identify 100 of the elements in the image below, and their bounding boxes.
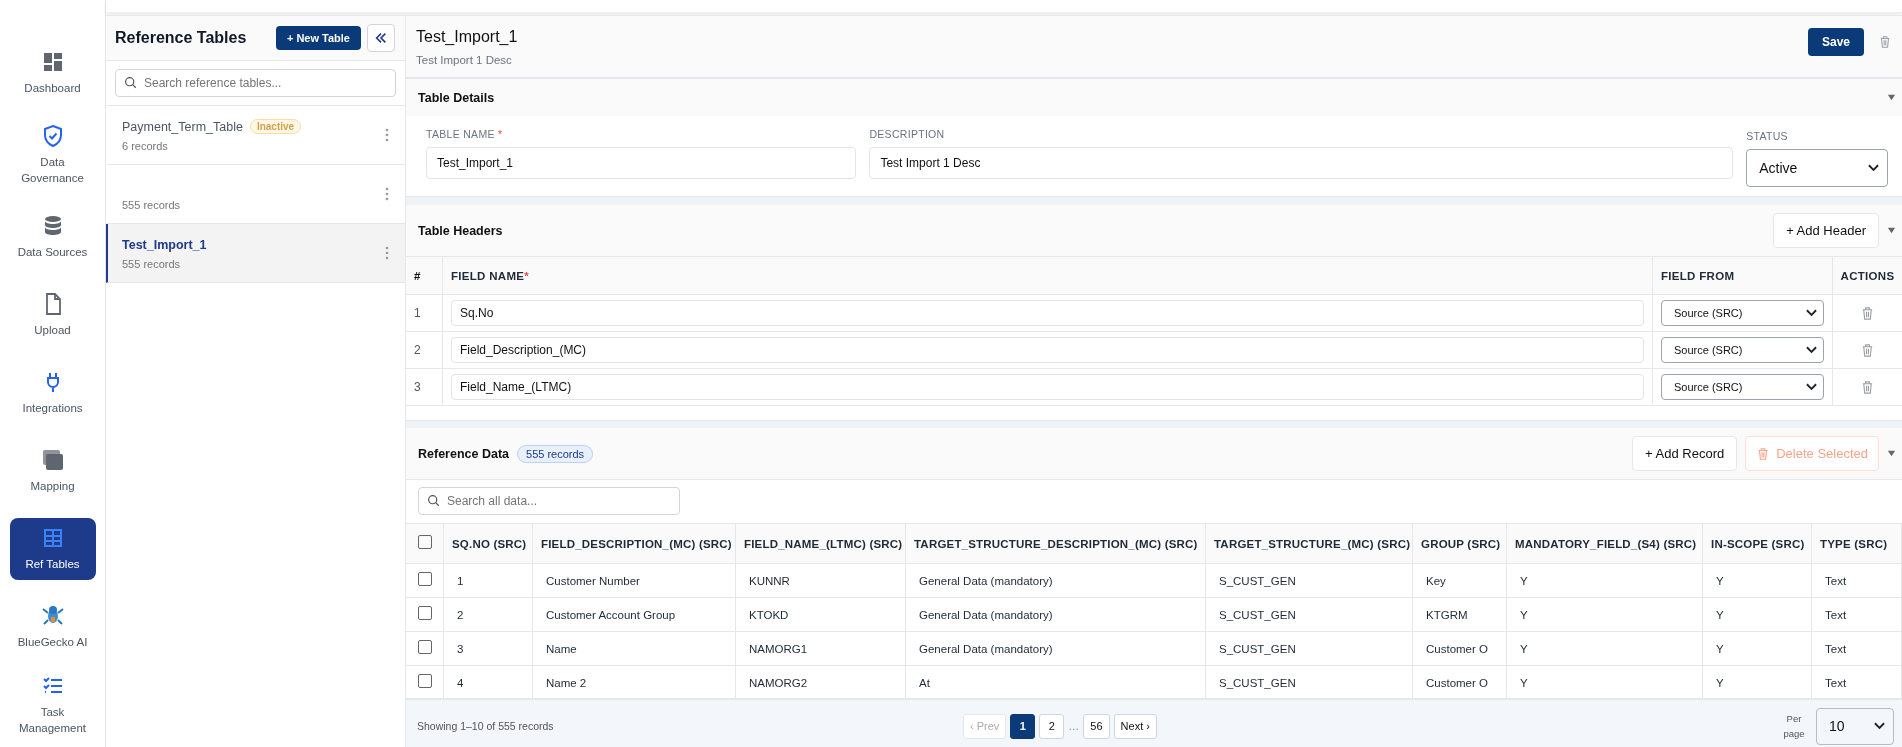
record-count: 555 records bbox=[122, 198, 182, 211]
table-cell: Customer O bbox=[1426, 676, 1488, 689]
table-cell: Y bbox=[1520, 574, 1528, 587]
table-cell: 3 bbox=[457, 642, 464, 655]
table-cell: General Data (mandatory) bbox=[919, 642, 1053, 655]
table-list-item[interactable]: Test_Import_1 555 records bbox=[106, 224, 405, 283]
column-header: TARGET_STRUCTURE_(MC) (SRC) bbox=[1206, 524, 1413, 563]
table-cell: Y bbox=[1716, 676, 1724, 689]
table-name-field[interactable]: Test_Import_1 bbox=[426, 147, 857, 179]
nav-item[interactable]: BlueGecko AI bbox=[9, 588, 96, 666]
section-title: Reference Data bbox=[418, 446, 509, 461]
page-button[interactable]: 1 bbox=[1010, 713, 1036, 739]
double-chevron-icon bbox=[374, 31, 388, 45]
search-field[interactable]: Search reference tables... bbox=[115, 69, 396, 97]
table-cell: At bbox=[919, 676, 930, 689]
table-cell: NAMORG1 bbox=[749, 642, 808, 655]
description-field[interactable]: Test Import 1 Desc bbox=[869, 147, 1734, 179]
table-cell: S_CUST_GEN bbox=[1219, 608, 1296, 621]
chevron-down-icon bbox=[1868, 164, 1879, 172]
table-cell: Customer O bbox=[1426, 642, 1488, 655]
row-checkbox[interactable] bbox=[418, 572, 432, 586]
column-header: GROUP (SRC) bbox=[1413, 524, 1507, 563]
table-cell: General Data (mandatory) bbox=[919, 608, 1053, 621]
collapse-caret-icon[interactable] bbox=[1887, 93, 1896, 102]
table-cell: General Data (mandatory) bbox=[919, 574, 1053, 587]
table-list-item[interactable]: Payment_Term_Table Inactive 6 records bbox=[106, 106, 405, 165]
select-all-checkbox[interactable] bbox=[418, 535, 432, 549]
records-summary: Showing 1–10 of 555 records bbox=[417, 720, 555, 732]
nav-item[interactable]: Data Sources bbox=[9, 198, 96, 276]
page-button[interactable]: 56 bbox=[1083, 713, 1110, 739]
nav-item[interactable]: Integrations bbox=[9, 354, 96, 432]
nav-item[interactable]: Task Management bbox=[9, 666, 96, 744]
field-from-select[interactable]: Source (SRC) bbox=[1661, 300, 1824, 326]
field-label: TABLE NAME * bbox=[426, 128, 504, 140]
new-table-button[interactable]: + New Table bbox=[275, 26, 361, 50]
more-icon[interactable] bbox=[385, 246, 389, 260]
field-name-input[interactable]: Field_Name_(LTMC) bbox=[451, 374, 1644, 400]
field-label: DESCRIPTION bbox=[869, 128, 946, 140]
field-from-select[interactable]: Source (SRC) bbox=[1661, 337, 1824, 363]
table-cell: Y bbox=[1716, 608, 1724, 621]
column-header: ACTIONS bbox=[1839, 268, 1896, 284]
search-icon bbox=[427, 494, 440, 507]
table-cell: Text bbox=[1825, 608, 1847, 621]
row-checkbox[interactable] bbox=[418, 606, 432, 620]
field-name-input[interactable]: Field_Description_(MC) bbox=[451, 337, 1644, 363]
search-icon bbox=[124, 76, 137, 89]
more-icon[interactable] bbox=[385, 128, 389, 142]
table-cell: Y bbox=[1520, 676, 1528, 689]
delete-icon[interactable] bbox=[1860, 305, 1875, 321]
field-from-select[interactable]: Source (SRC) bbox=[1661, 374, 1824, 400]
record-count: 6 records bbox=[122, 139, 169, 152]
table-cell: Text bbox=[1825, 642, 1847, 655]
table-cell: Key bbox=[1426, 574, 1446, 587]
delete-icon[interactable] bbox=[1860, 379, 1875, 395]
nav-item[interactable]: Data Governance bbox=[9, 112, 96, 198]
page-button[interactable]: 2 bbox=[1039, 713, 1065, 739]
table-description: Test Import 1 Desc bbox=[416, 53, 513, 66]
chevron-down-icon bbox=[1806, 346, 1817, 354]
nav-item[interactable]: Upload bbox=[9, 276, 96, 354]
add-record-button[interactable]: + Add Record bbox=[1632, 436, 1738, 471]
table-cell: Name 2 bbox=[546, 676, 587, 689]
collapse-caret-icon[interactable] bbox=[1887, 449, 1896, 458]
column-header: TYPE (SRC) bbox=[1812, 524, 1902, 563]
status-badge: Inactive bbox=[249, 119, 302, 134]
nav-item[interactable]: Mapping bbox=[9, 432, 96, 510]
nav-item[interactable]: Dashboard bbox=[9, 34, 96, 112]
column-header: IN-SCOPE (SRC) bbox=[1703, 524, 1812, 563]
next-page-button[interactable]: Next › bbox=[1113, 713, 1157, 739]
table-title: Test_Import_1 bbox=[416, 27, 518, 46]
table-cell: S_CUST_GEN bbox=[1219, 642, 1296, 655]
add-header-button[interactable]: + Add Header bbox=[1773, 213, 1879, 248]
table-cell: S_CUST_GEN bbox=[1219, 574, 1296, 587]
table-cell: S_CUST_GEN bbox=[1219, 676, 1296, 689]
field-label: STATUS bbox=[1746, 130, 1789, 142]
chevron-down-icon bbox=[1806, 383, 1817, 391]
more-icon[interactable] bbox=[385, 187, 389, 201]
table-cell: 1 bbox=[457, 574, 464, 587]
layers-icon bbox=[40, 448, 65, 472]
row-number: 1 bbox=[414, 306, 421, 320]
collapse-button[interactable] bbox=[367, 24, 395, 52]
delete-icon[interactable] bbox=[1860, 342, 1875, 358]
row-checkbox[interactable] bbox=[418, 640, 432, 654]
chevron-down-icon bbox=[1874, 722, 1885, 730]
table-cell: Y bbox=[1520, 642, 1528, 655]
per-page-select[interactable]: 10 bbox=[1816, 707, 1894, 745]
table-cell: Name bbox=[546, 642, 577, 655]
chevron-down-icon bbox=[1806, 309, 1817, 317]
field-name-input[interactable]: Sq.No bbox=[451, 300, 1644, 326]
table-cell: KTOKD bbox=[749, 608, 789, 621]
table-cell: Customer Account Group bbox=[546, 608, 676, 621]
status-select[interactable]: Active bbox=[1746, 149, 1888, 187]
column-header: TARGET_STRUCTURE_DESCRIPTION_(MC) (SRC) bbox=[906, 524, 1206, 563]
table-cell: Y bbox=[1520, 608, 1528, 621]
collapse-caret-icon[interactable] bbox=[1887, 226, 1896, 235]
search-field[interactable]: Search all data... bbox=[418, 487, 680, 515]
save-button[interactable]: Save bbox=[1807, 27, 1864, 56]
row-checkbox[interactable] bbox=[418, 674, 432, 688]
nav-item[interactable]: Ref Tables bbox=[9, 518, 96, 580]
column-header: FIELD FROM bbox=[1653, 257, 1833, 294]
row-number: 3 bbox=[414, 380, 421, 394]
